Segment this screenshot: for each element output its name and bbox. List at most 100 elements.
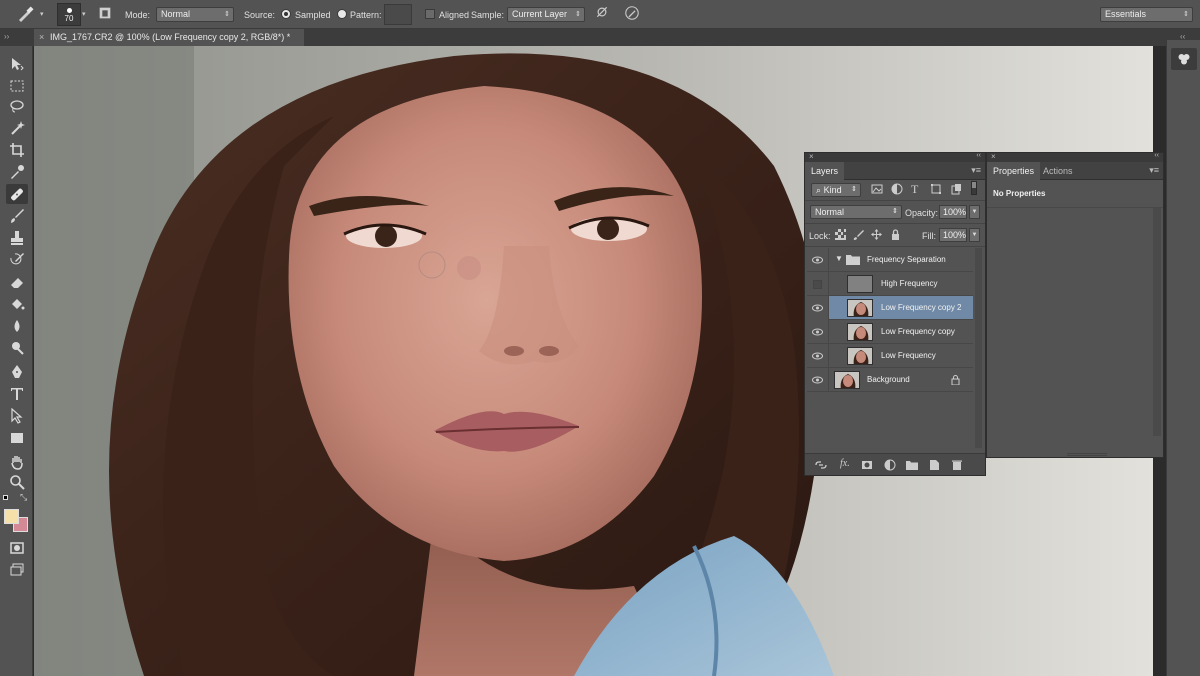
layer-row-low-frequency-copy[interactable]: Low Frequency copy (807, 320, 973, 344)
filter-kind-dropdown[interactable]: ⌕ Kind ⇕ (811, 183, 861, 197)
crop-tool[interactable] (6, 140, 28, 160)
libraries-panel-button[interactable] (1171, 48, 1197, 70)
opacity-input[interactable]: 100% (939, 205, 967, 219)
close-tab-icon[interactable]: × (39, 29, 44, 46)
lock-all-icon[interactable] (890, 229, 901, 240)
separator (805, 223, 985, 224)
lock-position-icon[interactable] (871, 229, 882, 240)
fill-slider-arrow-icon[interactable]: ▼ (969, 228, 980, 242)
clone-source-panel-icon[interactable] (97, 5, 115, 23)
pattern-label: Pattern: (350, 10, 382, 20)
lock-image-pixels-icon[interactable] (853, 229, 864, 240)
clone-stamp-tool[interactable] (6, 228, 28, 248)
panel-menu-icon[interactable]: ▾≡ (1149, 165, 1159, 176)
close-panel-icon[interactable]: × (991, 152, 996, 161)
brush-size-picker[interactable]: 70 (57, 3, 81, 26)
ignore-adjustment-layers-icon[interactable] (595, 5, 613, 23)
sampled-radio[interactable] (281, 9, 291, 19)
blur-tool[interactable] (6, 316, 28, 336)
collapse-panel-icon[interactable]: ‹‹ (1154, 152, 1159, 159)
pattern-picker[interactable] (384, 4, 412, 25)
filter-toggle-switch[interactable] (971, 181, 977, 195)
new-layer-icon[interactable] (928, 459, 940, 471)
group-expand-arrow-icon[interactable]: ▼ (835, 254, 843, 263)
pressure-size-icon[interactable] (624, 5, 642, 23)
panel-menu-icon[interactable]: ▾≡ (971, 165, 981, 176)
adjustment-layer-icon[interactable] (884, 459, 896, 471)
quick-mask-button[interactable] (6, 538, 28, 558)
brush-tool[interactable] (6, 206, 28, 226)
adjustment-layer-filter-icon[interactable] (891, 183, 903, 195)
visibility-toggle[interactable] (807, 368, 829, 392)
close-panel-icon[interactable]: × (809, 152, 814, 161)
collapse-panel-icon[interactable]: ‹‹ (976, 152, 981, 159)
visibility-toggle[interactable] (807, 320, 829, 344)
visibility-toggle[interactable] (807, 272, 829, 296)
visibility-toggle[interactable] (807, 296, 829, 320)
crop-icon (10, 143, 24, 157)
add-mask-icon[interactable] (861, 459, 873, 471)
opacity-slider-arrow-icon[interactable]: ▼ (969, 205, 980, 219)
eye-icon (812, 328, 823, 336)
trash-icon[interactable] (951, 459, 963, 471)
rectangle-tool[interactable] (6, 428, 28, 448)
visibility-toggle[interactable] (807, 248, 829, 272)
workspace-value: Essentials (1105, 9, 1147, 19)
eraser-tool[interactable] (6, 272, 28, 292)
smart-object-filter-icon[interactable] (950, 183, 962, 195)
layers-scrollbar[interactable] (975, 248, 982, 448)
link-layers-icon[interactable] (815, 459, 827, 471)
history-brush-tool[interactable] (6, 250, 28, 270)
shape-layer-filter-icon[interactable] (930, 183, 942, 195)
lock-transparent-pixels-icon[interactable] (835, 229, 846, 240)
tab-layers[interactable]: Layers (805, 162, 845, 180)
layer-style-fx-icon[interactable]: fx. (840, 458, 850, 469)
eyedropper-tool[interactable] (6, 162, 28, 182)
collapse-toolbar-icon[interactable]: ›› (4, 32, 9, 41)
default-colors-icon[interactable] (3, 495, 11, 503)
marquee-tool[interactable] (6, 76, 28, 96)
type-layer-filter-icon[interactable]: T (911, 182, 918, 197)
layer-row-high-frequency[interactable]: High Frequency (807, 272, 973, 296)
screen-mode-button[interactable] (6, 560, 28, 580)
lasso-tool[interactable] (6, 96, 28, 116)
magic-wand-tool[interactable] (6, 118, 28, 138)
panel-title-bar[interactable]: × ‹‹ (805, 152, 985, 162)
pattern-radio[interactable] (337, 9, 347, 19)
pixel-layer-filter-icon[interactable] (871, 183, 883, 195)
document-tab[interactable]: × IMG_1767.CR2 @ 100% (Low Frequency cop… (34, 29, 304, 46)
tool-preset-arrow-icon[interactable]: ▾ (40, 10, 44, 18)
visibility-toggle[interactable] (807, 344, 829, 368)
dodge-tool[interactable] (6, 338, 28, 358)
path-selection-tool[interactable] (6, 406, 28, 426)
panel-resize-handle[interactable] (1067, 453, 1107, 456)
paint-bucket-tool[interactable] (6, 294, 28, 314)
type-tool[interactable] (6, 384, 28, 404)
healing-brush-tool-icon[interactable] (16, 5, 34, 23)
layer-row-low-frequency[interactable]: Low Frequency (807, 344, 973, 368)
mode-dropdown[interactable]: Normal ⇕ (156, 7, 234, 22)
workspace-dropdown[interactable]: Essentials ⇕ (1100, 7, 1193, 22)
layer-row-low-frequency-copy-2[interactable]: Low Frequency copy 2 (807, 296, 973, 320)
layer-row-frequency-separation[interactable]: ▼ Frequency Separation (807, 248, 973, 272)
fill-input[interactable]: 100% (939, 228, 967, 242)
layer-row-background[interactable]: Background (807, 368, 973, 392)
sample-dropdown[interactable]: Current Layer ⇕ (507, 7, 585, 22)
hand-tool[interactable] (6, 452, 28, 472)
move-tool[interactable] (6, 54, 28, 74)
aligned-checkbox[interactable] (425, 9, 435, 19)
properties-scrollbar[interactable] (1153, 208, 1161, 436)
updown-arrow-icon: ⇕ (224, 11, 230, 18)
pen-tool[interactable] (6, 362, 28, 382)
healing-brush-tool[interactable] (6, 184, 28, 204)
screen-mode-icon (10, 563, 24, 576)
swap-colors-icon[interactable]: ⤡ (20, 492, 27, 503)
new-group-icon[interactable] (906, 459, 918, 471)
tab-properties[interactable]: Properties (987, 162, 1041, 180)
zoom-tool[interactable] (6, 472, 28, 492)
brush-picker-arrow-icon[interactable]: ▾ (82, 10, 86, 18)
tab-actions[interactable]: Actions (1037, 162, 1079, 180)
blend-mode-dropdown[interactable]: Normal ⇕ (810, 205, 902, 219)
foreground-color-swatch[interactable] (4, 509, 19, 524)
panel-title-bar[interactable]: × ‹‹ (987, 152, 1163, 162)
